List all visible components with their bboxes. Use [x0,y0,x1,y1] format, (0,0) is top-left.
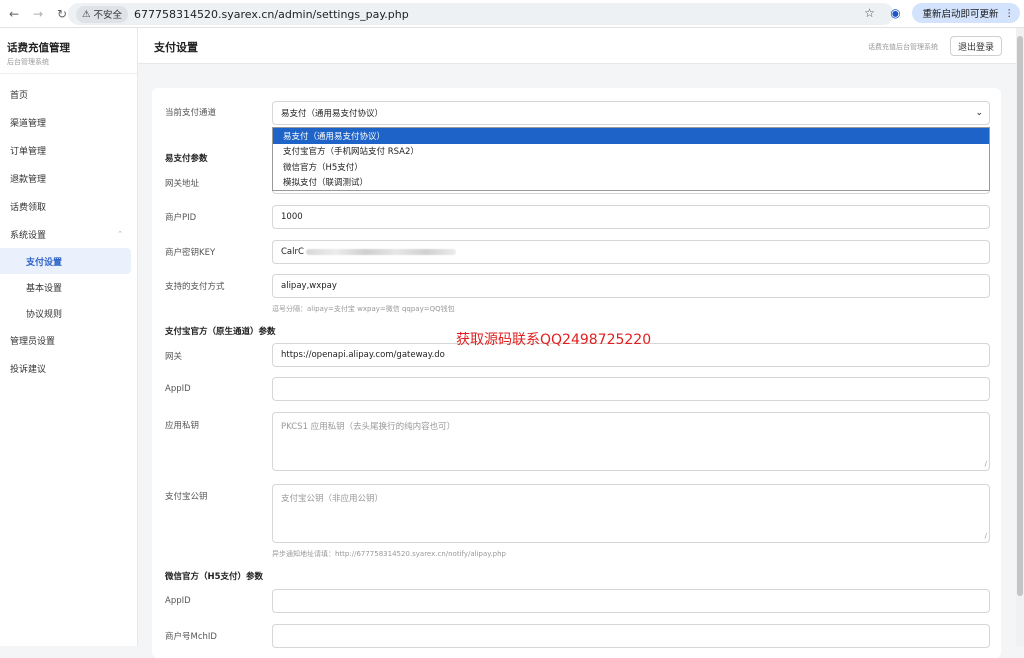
chevron-down-icon: ⌄ [975,108,983,118]
gateway-label: 网关地址 [165,179,200,189]
methods-label: 支持的支付方式 [165,282,225,292]
page-scrollbar[interactable] [1016,28,1024,646]
wx-section-title: 微信官方（H5支付）参数 [165,572,264,582]
key-label: 商户密钥KEY [165,248,216,258]
wx-appid-input[interactable] [272,589,990,613]
browser-toolbar: ← → ↻ ⚠ 不安全 677758314520.syarex.cn/admin… [0,0,1024,28]
page-title: 支付设置 [154,41,198,54]
top-bar: 支付设置 话费充值后台管理系统 退出登录 [138,28,1016,64]
sidebar-menu: 首页 渠道管理 订单管理 退款管理 话费领取 系统设置 ⌃ 支付设置 基本设置 … [0,74,137,382]
sidebar-item-basic-settings[interactable]: 基本设置 [0,274,137,300]
ali-privkey-placeholder: PKCS1 应用私钥（去头尾换行的纯内容也可） [281,422,456,432]
ali-appid-label: AppID [165,384,191,394]
epay-section-title: 易支付参数 [165,154,208,164]
channel-option-wechat[interactable]: 微信官方（H5支付） [273,159,989,175]
brand: 话费充值管理 后台管理系统 [0,28,137,74]
warning-icon: ⚠ [82,8,91,20]
sidebar-item-admin-settings[interactable]: 管理员设置 [0,326,137,354]
sidebar-item-orders[interactable]: 订单管理 [0,136,137,164]
ali-notify-hint: 异步通知地址请填：http://677758314520.syarex.cn/n… [272,550,506,558]
channel-option-alipay[interactable]: 支付宝官方（手机网站支付 RSA2） [273,144,989,160]
channel-option-epay[interactable]: 易支付（通用易支付协议） [273,128,989,144]
wx-appid-label: AppID [165,596,191,606]
url-text[interactable]: 677758314520.syarex.cn/admin/settings_pa… [134,8,409,21]
ali-pubkey-label: 支付宝公钥 [165,492,208,502]
update-label: 重新启动即可更新 [922,9,999,20]
forward-icon[interactable]: → [28,4,48,24]
ali-pubkey-textarea[interactable]: 支付宝公钥（非应用公钥） ∕ [272,484,990,543]
channel-select-value: 易支付（通用易支付协议） [281,109,384,119]
more-menu-icon: ⋮ [1004,7,1015,19]
ali-privkey-textarea[interactable]: PKCS1 应用私钥（去头尾换行的纯内容也可） ∕ [272,412,990,471]
channel-dropdown-list: 易支付（通用易支付协议） 支付宝官方（手机网站支付 RSA2） 微信官方（H5支… [272,127,990,191]
insecure-label: 不安全 [93,10,123,21]
pid-label: 商户PID [165,213,197,223]
channel-option-mock[interactable]: 模拟支付（联调测试） [273,175,989,191]
brand-subtitle: 后台管理系统 [7,58,49,66]
brand-title: 话费充值管理 [7,42,70,54]
methods-input[interactable]: alipay,wxpay [272,274,990,298]
channel-label: 当前支付通道 [165,108,217,118]
ali-privkey-label: 应用私钥 [165,421,200,431]
pid-input[interactable]: 1000 [272,205,990,229]
logout-button[interactable]: 退出登录 [950,36,1002,56]
chevron-up-icon: ⌃ [117,230,123,238]
wx-mchid-input[interactable] [272,624,990,648]
alipay-section-title: 支付宝官方（原生通道）参数 [165,327,276,337]
ali-pubkey-placeholder: 支付宝公钥（非应用公钥） [281,494,384,504]
channel-select[interactable]: 易支付（通用易支付协议） ⌄ [272,101,990,125]
sidebar: 话费充值管理 后台管理系统 首页 渠道管理 订单管理 退款管理 话费领取 系统设… [0,28,138,646]
key-input[interactable]: CalrC [272,240,990,264]
resize-handle-icon[interactable]: ∕ [985,533,987,540]
redacted-mask [305,249,456,255]
methods-hint: 逗号分隔：alipay=支付宝 wxpay=微信 qqpay=QQ钱包 [272,305,455,313]
wx-mchid-label: 商户号MchID [165,632,217,642]
sidebar-item-home[interactable]: 首页 [0,80,137,108]
update-button[interactable]: 重新启动即可更新 ⋮ [912,3,1020,23]
watermark-text: 获取源码联系QQ2498725220 [456,332,652,348]
resize-handle-icon[interactable]: ∕ [985,461,987,468]
ali-gateway-label: 网关 [165,352,183,362]
sidebar-item-complaints[interactable]: 投诉建议 [0,354,137,382]
sidebar-item-channels[interactable]: 渠道管理 [0,108,137,136]
sidebar-item-claims[interactable]: 话费领取 [0,192,137,220]
sidebar-item-pay-settings[interactable]: 支付设置 [0,248,131,274]
security-indicator[interactable]: ⚠ 不安全 [76,5,129,23]
sidebar-item-agreement[interactable]: 协议规则 [0,300,137,326]
profile-icon[interactable]: ◉ [886,6,904,20]
sidebar-item-refunds[interactable]: 退款管理 [0,164,137,192]
sidebar-item-label: 系统设置 [10,230,47,241]
ali-appid-input[interactable] [272,377,990,401]
back-icon[interactable]: ← [4,4,24,24]
key-value: CalrC [281,247,304,257]
scrollbar-thumb[interactable] [1017,36,1023,596]
address-bar[interactable]: ⚠ 不安全 677758314520.syarex.cn/admin/setti… [68,3,894,25]
sidebar-item-system-settings[interactable]: 系统设置 ⌃ [0,220,137,248]
bookmark-star-icon[interactable]: ☆ [860,6,878,20]
system-name: 话费充值后台管理系统 [868,43,938,51]
